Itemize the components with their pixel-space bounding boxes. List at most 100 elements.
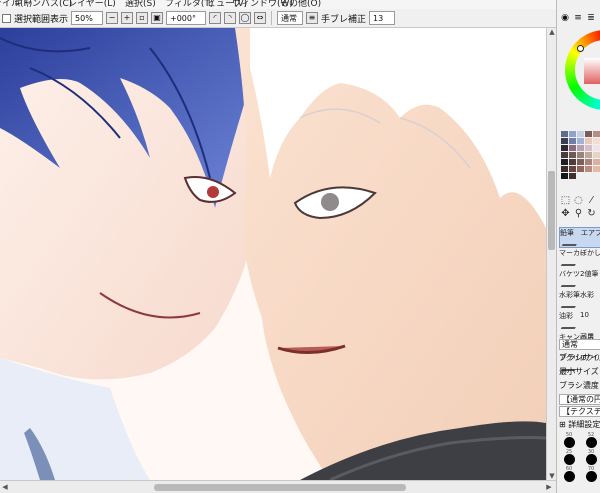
color-swatch[interactable] [593, 145, 600, 151]
brush-mode-select[interactable]: 通常 [559, 339, 600, 350]
color-swatch[interactable] [569, 131, 576, 137]
vertical-scroll-thumb[interactable] [548, 171, 555, 250]
brush-shape-select[interactable]: 【通常の円形】 [559, 394, 600, 405]
color-swatch[interactable] [593, 159, 600, 165]
scroll-down-icon[interactable]: ▼ [548, 472, 556, 480]
menu-layer[interactable]: レイヤー(L) [68, 0, 116, 9]
color-swatch[interactable] [569, 152, 576, 158]
rgb-slider-tab-icon[interactable]: ≡ [573, 13, 583, 23]
brush-size-preset[interactable]: 52 [581, 432, 600, 448]
brush-dot-icon [564, 437, 575, 448]
stabilizer-icon: ≡ [306, 12, 319, 24]
brush-subtool-row[interactable]: マーカー ぼかし [559, 248, 600, 269]
zoom-icon[interactable]: ⚲ [573, 208, 584, 219]
color-swatch[interactable] [561, 173, 568, 179]
color-swatch[interactable] [585, 152, 592, 158]
brush-size-preset[interactable]: 60 [559, 466, 579, 482]
brush-size-preset[interactable]: 30 [581, 449, 600, 465]
panel-tabs: ◉ ≡ ≣ [557, 9, 600, 27]
zoom-fit-button[interactable]: ▣ [151, 12, 164, 24]
color-swatch[interactable] [577, 145, 584, 151]
brush-subtool-label: ぼかし [580, 249, 600, 257]
saturation-value-box[interactable] [584, 58, 600, 84]
color-swatch[interactable] [593, 131, 600, 137]
scroll-right-icon[interactable]: ▶ [544, 482, 554, 492]
brush-stroke-icon [560, 258, 580, 266]
brush-subtool-label: エアブ [581, 229, 600, 237]
tool-panel: ◉ ≡ ≣ ⬚ ◌ ⁄ ✥ ⚲ ↻ 鉛筆 エアブ マーカー ぼかし バケツ 2値筆 水彩筆水… [556, 0, 600, 493]
brush-stroke-icon [560, 300, 580, 308]
color-swatch[interactable] [561, 145, 568, 151]
detail-settings-label: 詳細設定 [568, 420, 600, 429]
color-swatch[interactable] [577, 159, 584, 165]
rect-select-icon[interactable]: ⬚ [560, 195, 571, 206]
detail-settings-toggle[interactable]: ⊞ 詳細設定 [559, 418, 600, 432]
color-swatch[interactable] [569, 166, 576, 172]
color-swatch[interactable] [569, 145, 576, 151]
brush-dot-icon [586, 437, 597, 448]
move-icon[interactable]: ✥ [560, 208, 571, 219]
color-swatch[interactable] [593, 138, 600, 144]
color-swatch[interactable] [577, 131, 584, 137]
texture-select[interactable]: 【テクスチャなし】 [559, 406, 600, 417]
color-swatch[interactable] [561, 131, 568, 137]
brush-subtool-row[interactable]: 水彩筆 水彩 [559, 290, 600, 311]
color-swatch[interactable] [561, 138, 568, 144]
toolbar: 選択範囲表示 50% − + ▫ ▣ +000° ◜ ◝ ◯ ⇔ 通常 ≡ 手ブ… [0, 9, 556, 28]
zoom-select[interactable]: 50% [71, 11, 104, 25]
vertical-scrollbar[interactable]: ▲ ▼ [546, 28, 556, 480]
color-swatch[interactable] [585, 131, 592, 137]
zoom-out-button[interactable]: − [106, 12, 119, 24]
brush-dot-icon [564, 454, 575, 465]
brush-size-preset[interactable]: 25 [559, 449, 579, 465]
color-swatch[interactable] [577, 138, 584, 144]
hue-marker-icon[interactable] [577, 45, 584, 52]
color-swatch[interactable] [561, 152, 568, 158]
color-swatch[interactable] [585, 159, 592, 165]
color-swatch[interactable] [585, 166, 592, 172]
hsv-slider-tab-icon[interactable]: ≣ [586, 13, 596, 23]
color-swatch[interactable] [561, 166, 568, 172]
brush-size-preset[interactable]: 70 [581, 466, 600, 482]
flip-button[interactable]: ⇔ [254, 12, 267, 24]
rotate-reset-button[interactable]: ◯ [239, 12, 252, 24]
horizontal-scrollbar[interactable]: ◀ ▶ [0, 480, 556, 493]
brush-subtool-row[interactable]: バケツ 2値筆 [559, 269, 600, 290]
magic-wand-icon[interactable]: ⁄ [586, 195, 597, 206]
zoom-reset-button[interactable]: ▫ [136, 12, 149, 24]
brush-size-label: ブラシサイズ [559, 353, 600, 362]
blend-mode-select[interactable]: 通常 [277, 11, 304, 25]
brush-stroke-icon [561, 238, 581, 246]
color-swatch[interactable] [593, 166, 600, 172]
rotate-left-button[interactable]: ◜ [209, 12, 222, 24]
rotate-right-button[interactable]: ◝ [224, 12, 237, 24]
brush-subtool-row[interactable]: 鉛筆 エアブ [559, 227, 600, 248]
scroll-up-icon[interactable]: ▲ [548, 28, 556, 36]
rotation-select[interactable]: +000° [166, 11, 207, 25]
selection-show-label: 選択範囲表示 [14, 14, 69, 25]
menu-canvas[interactable]: キャンバス(C) [14, 0, 72, 9]
color-swatch[interactable] [585, 138, 592, 144]
drawing-canvas[interactable] [0, 28, 546, 480]
brush-size-preset[interactable]: 50 [559, 432, 579, 448]
brush-subtool-label: 水彩筆 [559, 291, 580, 299]
color-wheel-tab-icon[interactable]: ◉ [560, 13, 570, 23]
menu-select[interactable]: 選択(S) [125, 0, 156, 9]
color-swatch[interactable] [569, 159, 576, 165]
horizontal-scroll-thumb[interactable] [154, 484, 406, 491]
color-swatch[interactable] [585, 145, 592, 151]
color-swatch[interactable] [569, 138, 576, 144]
brush-subtool-row[interactable]: 油彩 10 [559, 311, 600, 332]
selection-show-checkbox[interactable] [2, 13, 11, 23]
color-swatch[interactable] [577, 166, 584, 172]
rotate-icon[interactable]: ↻ [586, 208, 597, 219]
color-swatch[interactable] [561, 159, 568, 165]
color-swatch[interactable] [593, 152, 600, 158]
scroll-left-icon[interactable]: ◀ [0, 482, 10, 492]
color-swatch[interactable] [577, 152, 584, 158]
lasso-icon[interactable]: ◌ [573, 195, 584, 206]
stabilizer-select[interactable]: 13 [369, 11, 396, 25]
menu-other[interactable]: その他(O) [280, 0, 321, 9]
zoom-in-button[interactable]: + [121, 12, 134, 24]
color-swatch[interactable] [569, 173, 576, 179]
